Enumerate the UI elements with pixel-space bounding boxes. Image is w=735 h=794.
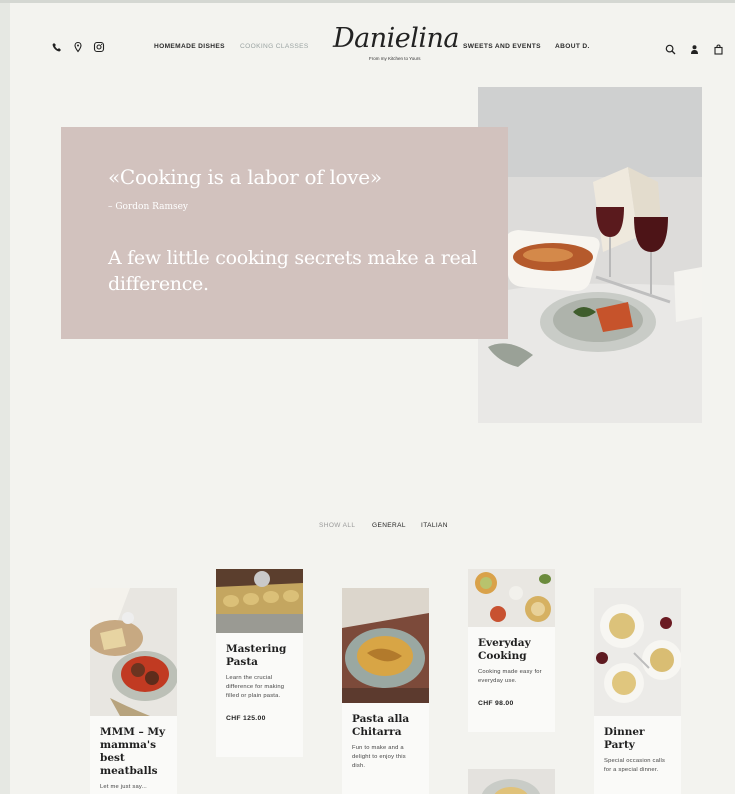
nav-homemade-dishes[interactable]: HOMEMADE DISHES bbox=[154, 43, 225, 50]
course-description: Fun to make and a delight to enjoy this … bbox=[352, 745, 406, 769]
contact-icons bbox=[51, 40, 105, 53]
course-title: Everyday Cooking bbox=[478, 637, 531, 662]
hero-quote: «Cooking is a labor of love» bbox=[108, 165, 382, 189]
location-pin-icon[interactable] bbox=[72, 40, 84, 53]
course-card[interactable]: Mastering Pasta Learn the crucial differ… bbox=[216, 569, 303, 757]
logo-wordmark: Danielina bbox=[333, 23, 460, 54]
course-description: Learn the crucial difference for making … bbox=[226, 675, 285, 699]
shopping-bag-icon[interactable] bbox=[713, 42, 724, 55]
course-image bbox=[216, 569, 303, 633]
user-icon[interactable] bbox=[689, 42, 700, 54]
logo-tagline: From my Kitchen to Yours bbox=[369, 56, 421, 61]
course-title: Mastering Pasta bbox=[226, 643, 287, 668]
course-price: CHF 98.00 bbox=[478, 700, 514, 707]
course-image bbox=[468, 569, 555, 627]
course-title: MMM – My mamma's best meatballs bbox=[100, 726, 166, 777]
nav-cooking-classes[interactable]: COOKING CLASSES bbox=[240, 43, 309, 50]
hero-quote-box: «Cooking is a labor of love» – Gordon Ra… bbox=[61, 127, 508, 339]
course-card[interactable]: Everyday Cooking Cooking made easy for e… bbox=[468, 569, 555, 732]
filter-general[interactable]: GENERAL bbox=[372, 522, 406, 529]
course-image bbox=[468, 769, 555, 794]
page: HOMEMADE DISHES COOKING CLASSES Danielin… bbox=[0, 3, 735, 794]
logo[interactable]: Danielina From my Kitchen to Yours bbox=[333, 23, 460, 69]
course-title: Dinner Party bbox=[604, 726, 645, 751]
course-image bbox=[594, 588, 681, 716]
course-image bbox=[342, 588, 429, 703]
course-description: Cooking made easy for everyday use. bbox=[478, 669, 542, 684]
course-card[interactable]: MMM – My mamma's best meatballs Let me j… bbox=[90, 588, 177, 794]
course-image bbox=[90, 588, 177, 716]
filter-show-all[interactable]: SHOW ALL bbox=[319, 522, 355, 529]
filter-italian[interactable]: ITALIAN bbox=[421, 522, 448, 529]
course-price: CHF 125.00 bbox=[226, 715, 266, 722]
nav-about[interactable]: ABOUT D. bbox=[555, 43, 590, 50]
instagram-icon[interactable] bbox=[93, 40, 105, 53]
course-card[interactable] bbox=[468, 769, 555, 794]
course-description: Let me just say... bbox=[100, 784, 147, 790]
phone-icon[interactable] bbox=[51, 40, 63, 52]
hero-quote-author: – Gordon Ramsey bbox=[108, 202, 189, 212]
search-icon[interactable] bbox=[665, 42, 676, 55]
course-card[interactable]: Dinner Party Special occasion calls for … bbox=[594, 588, 681, 794]
course-card[interactable]: Pasta alla Chitarra Fun to make and a de… bbox=[342, 588, 429, 794]
hero-tagline: A few little cooking secrets make a real… bbox=[108, 247, 478, 295]
utility-icons bbox=[665, 42, 724, 55]
nav-sweets-and-events[interactable]: SWEETS AND EVENTS bbox=[463, 43, 541, 50]
course-description: Special occasion calls for a special din… bbox=[604, 758, 666, 773]
hero-photo bbox=[478, 87, 702, 423]
course-title: Pasta alla Chitarra bbox=[352, 713, 410, 738]
